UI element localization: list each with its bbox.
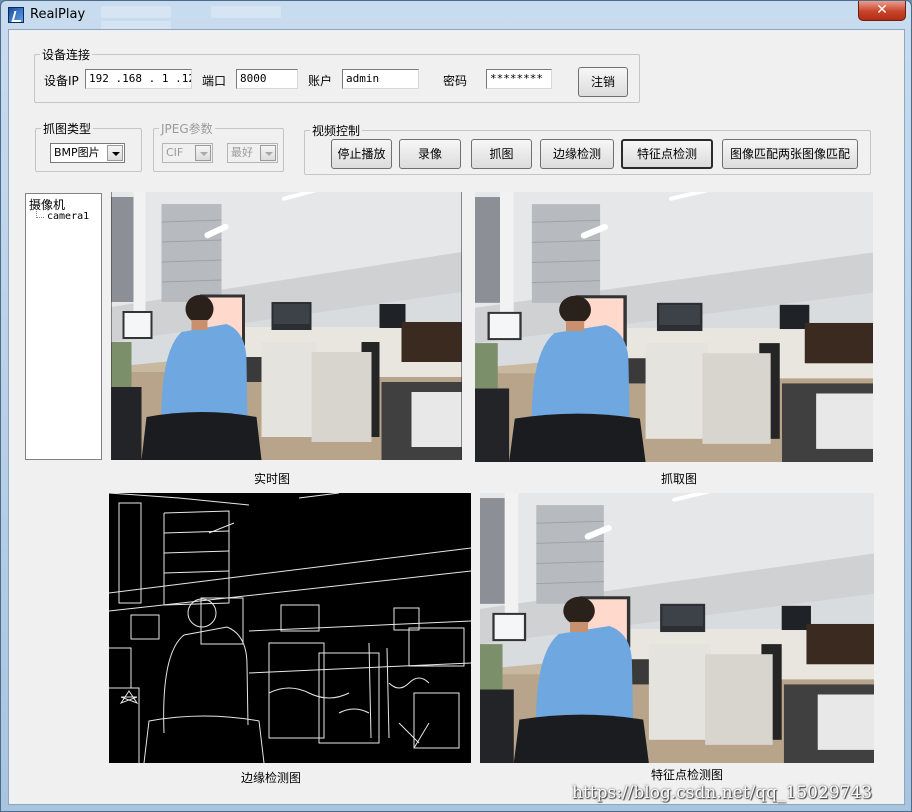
logout-button[interactable]: 注销: [578, 67, 628, 97]
dropdown-arrow-icon: [195, 145, 211, 161]
title-bar[interactable]: RealPlay ✕: [1, 1, 911, 33]
feature-view: [480, 493, 874, 763]
tree-item-camera1[interactable]: camera1: [47, 211, 89, 222]
port-label: 端口: [202, 74, 227, 88]
camera-tree[interactable]: 摄像机 camera1: [25, 193, 102, 460]
capture-caption: 抓取图: [660, 472, 697, 486]
ip-label: 设备IP: [44, 74, 79, 88]
password-field[interactable]: ********: [486, 69, 552, 89]
account-field[interactable]: admin: [342, 69, 419, 89]
feature-caption: 特征点检测图: [650, 768, 723, 782]
image-match-button[interactable]: 图像匹配两张图像匹配: [722, 139, 858, 169]
stop-play-button[interactable]: 停止播放: [331, 139, 392, 169]
capture-type-select[interactable]: BMP图片: [50, 143, 125, 163]
edge-caption: 边缘检测图: [240, 771, 301, 785]
jpeg-quality-value: 最好: [231, 146, 253, 159]
jpeg-size-select: CIF: [162, 143, 213, 163]
realtime-caption: 实时图: [253, 472, 290, 486]
account-label: 账户: [308, 74, 333, 88]
ip-address-field[interactable]: 192 .168 . 1 .125: [85, 69, 192, 89]
feature-frame: [480, 493, 874, 763]
realtime-view: [111, 192, 462, 460]
capture-type-value: BMP图片: [54, 146, 100, 159]
dropdown-arrow-icon[interactable]: [107, 145, 123, 161]
record-button[interactable]: 录像: [399, 139, 461, 169]
device-connect-legend: 设备连接: [42, 48, 91, 62]
capture-frame: [475, 192, 873, 462]
jpeg-quality-select: 最好: [227, 143, 278, 163]
titlebar-background-glyphs: [101, 6, 401, 33]
capture-button[interactable]: 抓图: [471, 139, 532, 169]
close-icon: ✕: [876, 2, 888, 18]
jpeg-params-legend: JPEG参数: [161, 122, 213, 136]
capture-type-legend: 抓图类型: [43, 122, 92, 136]
tree-line-icon: [36, 211, 44, 218]
realtime-frame: [111, 192, 462, 460]
capture-view: [475, 192, 873, 462]
app-window: RealPlay ✕ 设备连接 设备IP 192 .168 . 1 .125 端…: [0, 0, 912, 812]
client-area: 设备连接 设备IP 192 .168 . 1 .125 端口 8000 账户 a…: [8, 29, 905, 805]
window-title: RealPlay: [30, 7, 86, 22]
edge-detect-button[interactable]: 边缘检测: [540, 139, 614, 169]
jpeg-size-value: CIF: [166, 146, 184, 159]
feature-detect-button[interactable]: 特征点检测: [621, 139, 713, 169]
app-icon: [8, 7, 24, 23]
edge-frame: [109, 493, 471, 763]
watermark-text: https://blog.csdn.net/qq_15029743: [572, 783, 873, 803]
video-control-legend: 视频控制: [312, 124, 361, 138]
port-field[interactable]: 8000: [236, 69, 298, 89]
dropdown-arrow-icon: [260, 145, 276, 161]
close-button[interactable]: ✕: [858, 1, 906, 21]
password-label: 密码: [443, 74, 468, 88]
edge-view: [109, 493, 471, 763]
